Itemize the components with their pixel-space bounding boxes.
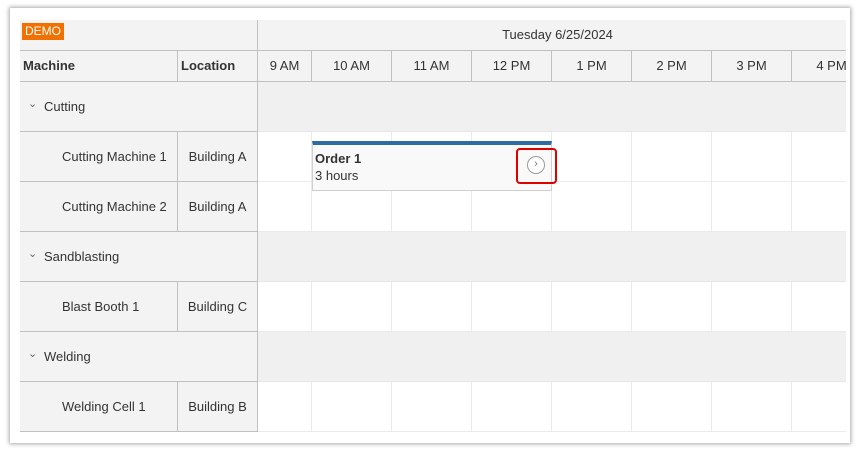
- group-band: [258, 82, 846, 132]
- grid-line: [311, 382, 312, 432]
- grid-line: [711, 282, 712, 332]
- resource-name[interactable]: Cutting Machine 1: [20, 132, 178, 182]
- grid-line: [791, 132, 792, 182]
- hour-header: 11 AM: [392, 51, 472, 82]
- grid-line: [791, 382, 792, 432]
- group-band: [258, 332, 846, 382]
- grid-line: [551, 382, 552, 432]
- grid-line: [471, 282, 472, 332]
- event-title: Order 1: [315, 151, 362, 166]
- hour-header: 1 PM: [552, 51, 632, 82]
- hour-header: 12 PM: [472, 51, 552, 82]
- day-header: Tuesday 6/25/2024: [258, 20, 846, 51]
- hour-header: 9 AM: [258, 51, 312, 82]
- hour-header: 2 PM: [632, 51, 712, 82]
- grid-line: [631, 282, 632, 332]
- grid-line: [258, 431, 846, 432]
- grid-line: [391, 382, 392, 432]
- grid-line: [471, 382, 472, 432]
- column-header-machine[interactable]: Machine: [20, 51, 178, 82]
- scheduler: DEMO Machine Location Tuesday 6/25/2024 …: [20, 20, 846, 443]
- resource-name[interactable]: Welding Cell 1: [20, 382, 178, 432]
- resource-name[interactable]: Cutting Machine 2: [20, 182, 178, 232]
- window-frame: DEMO Machine Location Tuesday 6/25/2024 …: [10, 8, 850, 443]
- corner-header: DEMO: [20, 20, 258, 51]
- chevron-down-icon[interactable]: ⌄: [28, 329, 40, 379]
- group-band: [258, 232, 846, 282]
- resource-location: Building C: [178, 282, 258, 332]
- demo-badge: DEMO: [22, 23, 64, 40]
- group-label: Cutting: [44, 99, 86, 114]
- grid-line: [631, 132, 632, 182]
- resource-location: Building A: [178, 182, 258, 232]
- grid-line: [711, 132, 712, 182]
- grid-line: [791, 182, 792, 232]
- grid-line: [391, 282, 392, 332]
- group-label: Sandblasting: [44, 249, 120, 264]
- column-header-location[interactable]: Location: [178, 51, 258, 82]
- chevron-down-icon[interactable]: ⌄: [28, 79, 40, 129]
- group-label: Welding: [44, 349, 91, 364]
- grid-line: [711, 382, 712, 432]
- grid-line: [631, 382, 632, 432]
- group-row-sandblasting[interactable]: ⌄ Sandblasting: [20, 232, 258, 282]
- hour-header: 10 AM: [312, 51, 392, 82]
- resource-name[interactable]: Blast Booth 1: [20, 282, 178, 332]
- grid-line: [791, 282, 792, 332]
- hour-header: 4 PM: [792, 51, 846, 82]
- resource-location: Building B: [178, 382, 258, 432]
- grid-line: [711, 182, 712, 232]
- highlight-box: [516, 148, 557, 184]
- resource-location: Building A: [178, 132, 258, 182]
- grid-line: [551, 282, 552, 332]
- group-row-welding[interactable]: ⌄ Welding: [20, 332, 258, 382]
- group-row-cutting[interactable]: ⌄ Cutting: [20, 82, 258, 132]
- event-duration: 3 hours: [315, 168, 359, 183]
- grid-line: [311, 282, 312, 332]
- chevron-down-icon[interactable]: ⌄: [28, 229, 40, 279]
- grid-line: [631, 182, 632, 232]
- hour-header: 3 PM: [712, 51, 792, 82]
